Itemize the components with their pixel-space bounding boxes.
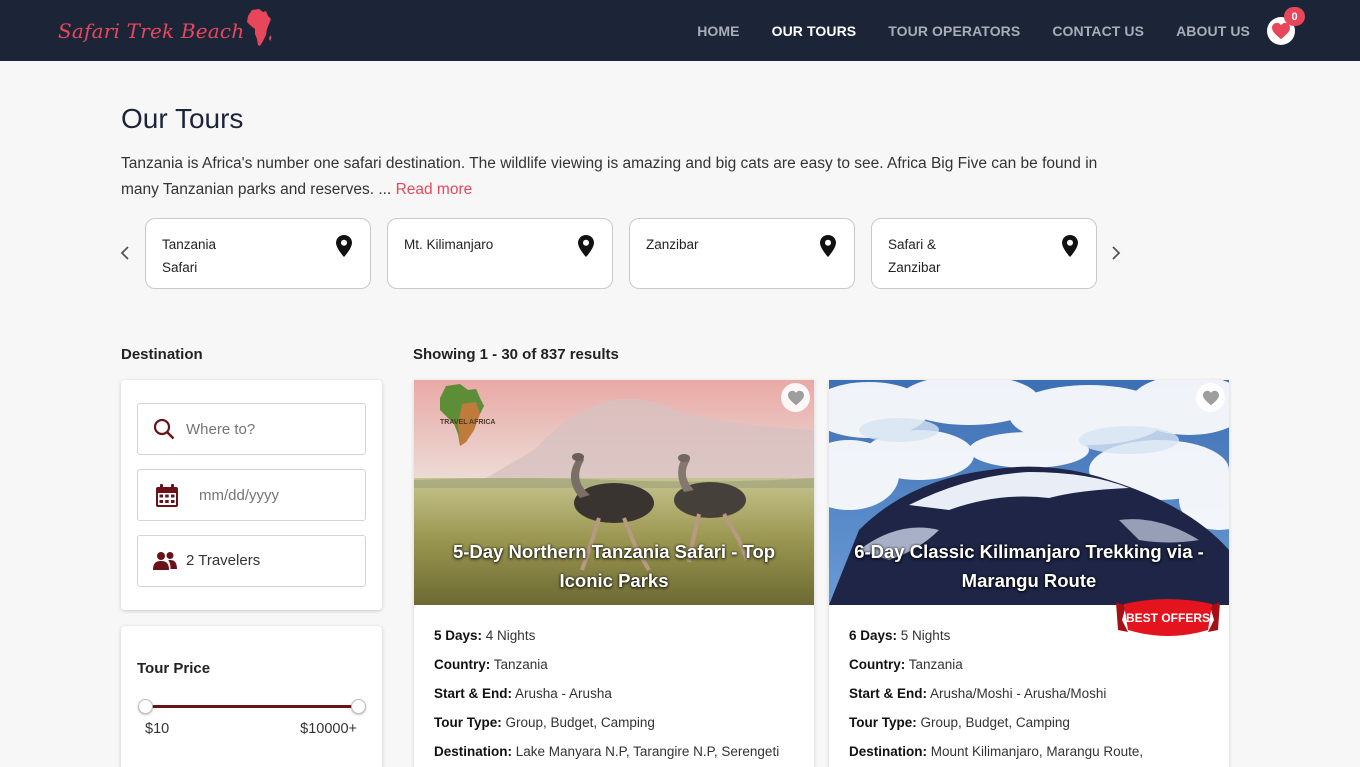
heart-icon	[1202, 390, 1219, 405]
africa-map-icon	[247, 9, 272, 46]
price-max-handle[interactable]	[350, 699, 366, 714]
tour-type: Tour Type: Group, Budget, Camping	[849, 715, 1070, 730]
chevron-left-icon	[120, 246, 129, 260]
price-filter-panel: Tour Price $10 $10000+	[121, 626, 382, 767]
tour-details: 5 Days: 4 Nights Country: Tanzania Start…	[434, 621, 794, 767]
travelers-field[interactable]: 2 Travelers	[137, 535, 366, 587]
category-label: Zanzibar	[646, 237, 699, 252]
tour-duration: 6 Days: 5 Nights	[849, 628, 951, 643]
category-label: Safari & Zanzibar	[888, 237, 941, 275]
intro-text: Tanzania is Africa's number one safari d…	[121, 151, 1131, 203]
category-mt-kilimanjaro[interactable]: Mt. Kilimanjaro	[387, 218, 613, 289]
results-count: Showing 1 - 30 of 837 results	[413, 346, 619, 363]
page-title: Our Tours	[121, 103, 244, 134]
users-icon	[153, 552, 177, 570]
tour-title: 5-Day Northern Tanzania Safari - Top Ico…	[452, 541, 776, 591]
tour-start-end: Start & End: Arusha/Moshi - Arusha/Moshi	[849, 686, 1107, 701]
map-pin-icon	[336, 235, 352, 257]
tour-card[interactable]: TRAVEL AFRICA 5-Day Northern Tanzania Sa…	[414, 380, 814, 767]
tour-country: Country: Tanzania	[849, 657, 963, 672]
tour-card[interactable]: 6-Day Classic Kilimanjaro Trekking via -…	[829, 380, 1229, 767]
map-pin-icon	[820, 235, 836, 257]
main-nav: HOME OUR TOURS TOUR OPERATORS CONTACT US…	[665, 0, 1250, 61]
favorite-button[interactable]	[781, 383, 810, 412]
destination-input[interactable]	[186, 404, 356, 454]
destination-heading: Destination	[121, 346, 203, 363]
category-safari-zanzibar[interactable]: Safari & Zanzibar	[871, 218, 1097, 289]
tour-country: Country: Tanzania	[434, 657, 548, 672]
logo-text: Safari Trek Beach	[58, 19, 245, 43]
slider-prev-button[interactable]	[119, 240, 133, 266]
nav-about-us[interactable]: ABOUT US	[1176, 23, 1250, 39]
tour-destination: Destination: Lake Manyara N.P, Tarangire…	[434, 744, 780, 767]
map-pin-icon	[1062, 235, 1078, 257]
read-more-link[interactable]: Read more	[396, 181, 473, 198]
tour-destination: Destination: Mount Kilimanjaro, Marangu …	[849, 744, 1144, 767]
calendar-icon	[156, 484, 178, 507]
tour-duration: 5 Days: 4 Nights	[434, 628, 536, 643]
heart-icon	[787, 390, 804, 405]
intro-body: Tanzania is Africa's number one safari d…	[121, 155, 1098, 198]
tour-start-end: Start & End: Arusha - Arusha	[434, 686, 612, 701]
top-navbar: Safari Trek Beach HOME OUR TOURS TOUR OP…	[0, 0, 1360, 61]
category-zanzibar[interactable]: Zanzibar	[629, 218, 855, 289]
nav-contact-us[interactable]: CONTACT US	[1052, 23, 1144, 39]
travelers-value: 2 Travelers	[186, 552, 261, 569]
tour-details: 6 Days: 5 Nights Country: Tanzania Start…	[849, 621, 1209, 767]
tour-type: Tour Type: Group, Budget, Camping	[434, 715, 655, 730]
wishlist-count-badge: 0	[1284, 7, 1305, 26]
site-logo[interactable]: Safari Trek Beach	[58, 9, 272, 52]
tour-image[interactable]: TRAVEL AFRICA 5-Day Northern Tanzania Sa…	[414, 380, 814, 605]
category-tanzania-safari[interactable]: Tanzania Safari	[145, 218, 371, 289]
price-min-handle[interactable]	[137, 699, 153, 714]
logo-lettering: TRAVEL AFRICA	[440, 419, 495, 426]
search-icon	[153, 418, 175, 440]
date-field[interactable]	[137, 469, 369, 521]
price-max-label: $10000+	[300, 721, 357, 737]
tour-title: 6-Day Classic Kilimanjaro Trekking via -…	[854, 541, 1204, 591]
price-min-label: $10	[145, 721, 170, 737]
nav-our-tours[interactable]: OUR TOURS	[772, 23, 857, 39]
favorite-button[interactable]	[1196, 383, 1225, 412]
chevron-right-icon	[1112, 246, 1121, 260]
price-filter-title: Tour Price	[137, 660, 211, 677]
category-label: Mt. Kilimanjaro	[404, 237, 494, 252]
nav-tour-operators[interactable]: TOUR OPERATORS	[888, 23, 1020, 39]
date-input[interactable]	[199, 470, 369, 520]
slider-next-button[interactable]	[1110, 240, 1124, 266]
map-pin-icon	[578, 235, 594, 257]
price-range-track	[145, 705, 358, 708]
tour-image[interactable]: 6-Day Classic Kilimanjaro Trekking via -…	[829, 380, 1229, 605]
search-filter-panel: 2 Travelers	[121, 380, 382, 610]
nav-home[interactable]: HOME	[697, 23, 739, 39]
category-label: Tanzania Safari	[162, 237, 217, 275]
destination-field[interactable]	[137, 403, 366, 455]
